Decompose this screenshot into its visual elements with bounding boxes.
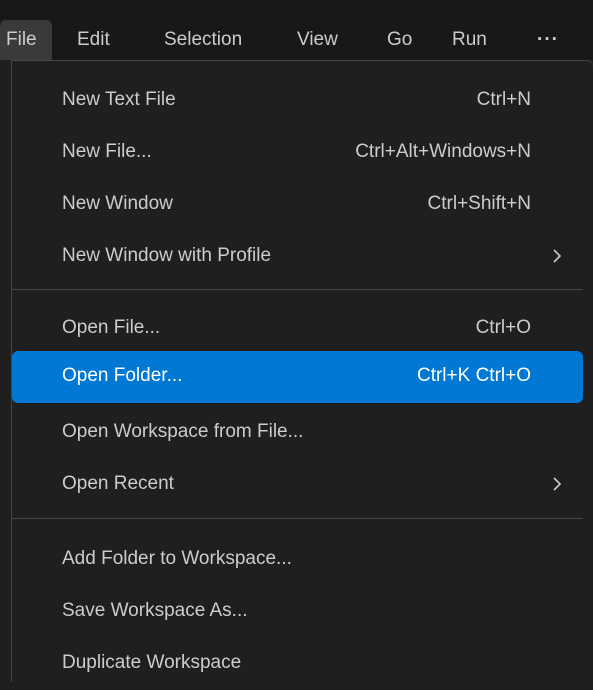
menu-item-new-file[interactable]: New File... Ctrl+Alt+Windows+N [12,127,583,179]
chevron-right-icon [553,477,562,491]
menu-separator [12,518,583,519]
menu-item-label: Open Folder... [62,365,183,386]
menu-item-label: Open Workspace from File... [62,421,304,442]
more-menus-icon[interactable]: ··· [537,20,559,60]
menubar-item-edit[interactable]: Edit [77,20,110,60]
menu-separator [12,289,583,290]
menu-item-add-folder-to-workspace[interactable]: Add Folder to Workspace... [12,534,583,586]
menubar-item-go[interactable]: Go [387,20,412,60]
menu-item-save-workspace-as[interactable]: Save Workspace As... [12,586,583,638]
menu-item-shortcut: Ctrl+Shift+N [427,193,531,214]
menu-item-shortcut: Ctrl+Alt+Windows+N [355,141,531,162]
menu-item-duplicate-workspace[interactable]: Duplicate Workspace [12,638,583,690]
menubar-item-file[interactable]: File [0,20,52,60]
file-menu: New Text File Ctrl+N New File... Ctrl+Al… [11,60,593,682]
menu-item-shortcut: Ctrl+N [476,89,531,110]
menubar-item-selection[interactable]: Selection [164,20,242,60]
menu-item-label: Add Folder to Workspace... [62,548,292,569]
menu-item-open-workspace-from-file[interactable]: Open Workspace from File... [12,407,583,459]
chevron-right-icon [553,249,562,263]
menu-item-label: New Window [62,193,173,214]
menu-item-open-folder[interactable]: Open Folder... Ctrl+K Ctrl+O [12,351,583,403]
menu-item-new-text-file[interactable]: New Text File Ctrl+N [12,75,583,127]
menu-item-label: New Text File [62,89,176,110]
menubar-item-run[interactable]: Run [452,20,487,60]
menu-item-label: Open File... [62,317,161,338]
menu-item-label: New File... [62,141,152,162]
menu-item-label: New Window with Profile [62,245,272,266]
menu-item-label: Save Workspace As... [62,600,248,621]
menu-item-new-window[interactable]: New Window Ctrl+Shift+N [12,179,583,231]
menu-bar: File Edit Selection View Go Run ··· [0,0,593,60]
menu-item-shortcut: Ctrl+O [475,317,531,338]
menu-item-shortcut: Ctrl+K Ctrl+O [416,365,531,386]
menu-item-new-window-with-profile[interactable]: New Window with Profile [12,231,583,283]
menu-item-open-recent[interactable]: Open Recent [12,459,583,511]
menu-item-label: Open Recent [62,473,174,494]
menubar-item-view[interactable]: View [297,20,338,60]
menu-item-label: Duplicate Workspace [62,652,242,673]
menu-item-open-file[interactable]: Open File... Ctrl+O [12,303,583,355]
